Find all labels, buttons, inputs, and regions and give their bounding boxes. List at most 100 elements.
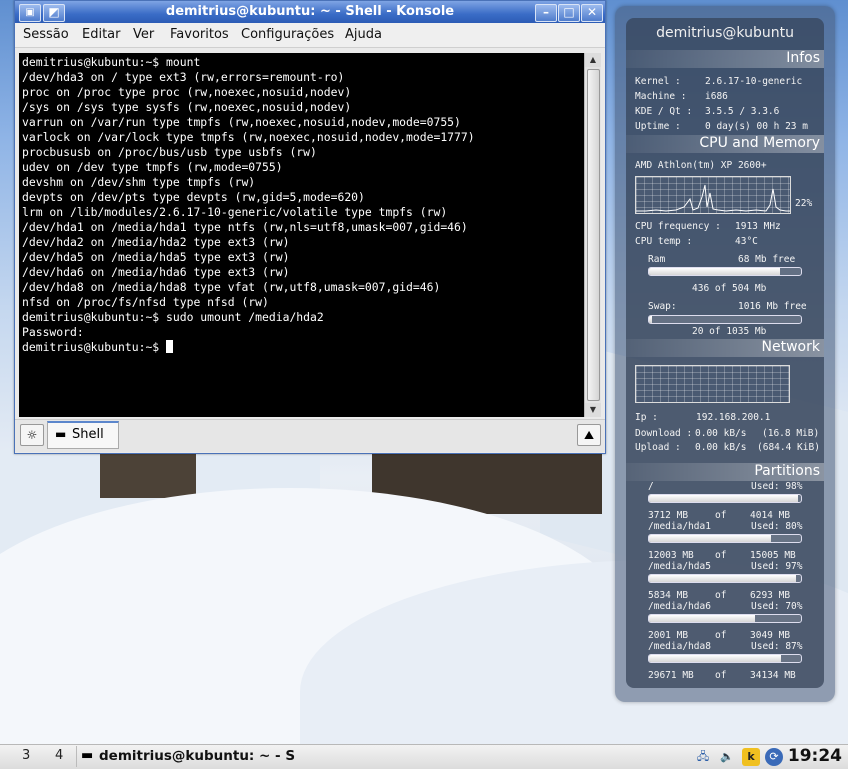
ram-label: Ram xyxy=(648,254,666,265)
volume-tray-icon[interactable]: 🔈 xyxy=(718,748,736,766)
taskbar-konsole-button[interactable]: ▬ demitrius@kubuntu: ~ - S xyxy=(76,746,295,767)
cpu-percent: 22% xyxy=(795,198,813,209)
partition-used-size: 5834 MB xyxy=(648,590,689,601)
minimize-button[interactable]: – xyxy=(535,4,557,22)
system-monitor-inner: demitrius@kubuntu Infos Kernel : 2.6.17-1… xyxy=(626,18,824,688)
partition-name: /media/hda6 xyxy=(648,601,711,612)
swap-bar xyxy=(648,315,802,324)
info-key: Machine : xyxy=(635,91,687,102)
partition-used-percent: Used: 80% xyxy=(751,521,803,532)
terminal-line: devpts on /dev/pts type devpts (rw,gid=5… xyxy=(22,190,365,204)
info-key: Kernel : xyxy=(635,76,681,87)
partition-of-label: of xyxy=(715,630,727,641)
desktop-4-button[interactable]: 4 xyxy=(55,748,63,763)
partition-usage-bar xyxy=(648,574,802,583)
swap-bar-fill xyxy=(649,316,653,323)
tab-shell[interactable]: ▬ Shell xyxy=(47,421,119,449)
partition-name: / xyxy=(648,481,654,492)
swap-used: 20 of 1035 Mb xyxy=(692,326,767,337)
terminal-line: /sys on /sys type sysfs (rw,noexec,nosui… xyxy=(22,100,352,114)
terminal-line: /dev/hda3 on / type ext3 (rw,errors=remo… xyxy=(22,70,345,84)
update-tray-icon[interactable]: ⟳ xyxy=(765,748,783,766)
info-key: KDE / Qt : xyxy=(635,106,693,117)
klipper-tray-icon[interactable]: k xyxy=(742,748,760,766)
ram-bar-fill xyxy=(649,268,781,275)
taskbar-konsole-label: demitrius@kubuntu: ~ - S xyxy=(99,748,296,764)
info-value: i686 xyxy=(705,91,728,102)
desktop-3-button[interactable]: 3 xyxy=(22,748,30,763)
session-tabbar: ☼ ▬ Shell ⛰ xyxy=(15,419,605,452)
partition-total-size: 15005 MB xyxy=(750,550,796,561)
partition-usage-bar xyxy=(648,614,802,623)
network-graph xyxy=(635,365,790,403)
menu-ver[interactable]: Ver xyxy=(133,27,154,42)
partition-used-percent: Used: 98% xyxy=(751,481,803,492)
menu-sessao[interactable]: Sessão xyxy=(23,27,69,42)
close-session-icon[interactable]: ⛰ xyxy=(577,424,601,446)
partition-usage-fill xyxy=(649,615,756,622)
scroll-down-icon[interactable]: ▼ xyxy=(585,403,601,417)
upload-total: (684.4 KiB) xyxy=(757,442,820,453)
terminal-lines: demitrius@kubuntu:~$ mount/dev/hda3 on /… xyxy=(22,55,581,340)
terminal-output[interactable]: demitrius@kubuntu:~$ mount/dev/hda3 on /… xyxy=(19,53,584,417)
terminal-line: lrm on /lib/modules/2.6.17-10-generic/vo… xyxy=(22,205,448,219)
section-infos-title: Infos xyxy=(626,50,824,68)
partition-used-size: 29671 MB xyxy=(648,670,694,681)
partition-used-percent: Used: 70% xyxy=(751,601,803,612)
menu-favoritos[interactable]: Favoritos xyxy=(170,27,229,42)
partition-usage-fill xyxy=(649,535,771,542)
cpu-graph-line xyxy=(636,184,790,212)
swap-label: Swap: xyxy=(648,301,677,312)
partition-of-label: of xyxy=(715,670,727,681)
wallpaper-hut-left xyxy=(100,452,196,498)
partition-name: /media/hda5 xyxy=(648,561,711,572)
info-value: 2.6.17-10-generic xyxy=(705,76,803,87)
partition-usage-fill xyxy=(649,495,798,502)
network-tray-icon[interactable]: 🖧 xyxy=(694,748,712,766)
close-button[interactable]: ✕ xyxy=(581,4,603,22)
upload-rate: 0.00 kB/s xyxy=(695,442,747,453)
clock[interactable]: 19:24 xyxy=(788,746,842,766)
konsole-task-icon: ▬ xyxy=(81,748,94,763)
terminal-line: /dev/hda5 on /media/hda5 type ext3 (rw) xyxy=(22,250,290,264)
partition-of-label: of xyxy=(715,510,727,521)
cpu-graph-svg xyxy=(636,184,790,212)
partition-used-size: 2001 MB xyxy=(648,630,689,641)
scroll-up-icon[interactable]: ▲ xyxy=(585,53,601,67)
cpu-temp: 43°C xyxy=(735,236,758,247)
panel-hostname: demitrius@kubuntu xyxy=(656,25,794,41)
window-titlebar[interactable]: ▣ ◩ demitrius@kubuntu: ~ - Shell - Konso… xyxy=(15,1,605,23)
partition-total-size: 34134 MB xyxy=(750,670,796,681)
menubar: Sessão Editar Ver Favoritos Configuraçõe… xyxy=(15,23,605,48)
partition-name: /media/hda8 xyxy=(648,641,711,652)
download-total: (16.8 MiB) xyxy=(762,428,820,439)
terminal-icon: ▬ xyxy=(55,427,67,441)
ip-label: Ip : xyxy=(635,412,658,423)
terminal-cursor xyxy=(166,340,174,353)
system-monitor-panel: demitrius@kubuntu Infos Kernel : 2.6.17-1… xyxy=(615,6,835,702)
terminal-line: procbususb on /proc/bus/usb type usbfs (… xyxy=(22,145,317,159)
new-session-icon[interactable]: ☼ xyxy=(20,424,44,446)
terminal-line: /dev/hda6 on /media/hda6 type ext3 (rw) xyxy=(22,265,290,279)
cpu-name: AMD Athlon(tm) XP 2600+ xyxy=(635,160,767,171)
terminal-line: proc on /proc type proc (rw,noexec,nosui… xyxy=(22,85,352,99)
partition-of-label: of xyxy=(715,590,727,601)
partition-usage-fill xyxy=(649,575,797,582)
terminal-line: demitrius@kubuntu:~$ mount xyxy=(22,55,201,69)
maximize-button[interactable]: □ xyxy=(558,4,580,22)
partition-used-size: 3712 MB xyxy=(648,510,689,521)
partition-usage-bar xyxy=(648,654,802,663)
upload-label: Upload : xyxy=(635,442,681,453)
terminal-line: devshm on /dev/shm type tmpfs (rw) xyxy=(22,175,256,189)
menu-editar[interactable]: Editar xyxy=(82,27,121,42)
cpu-frequency: 1913 MHz xyxy=(735,221,781,232)
section-cpu-title: CPU and Memory xyxy=(626,135,824,153)
partition-usage-fill xyxy=(649,655,782,662)
partition-used-percent: Used: 97% xyxy=(751,561,803,572)
ram-free: 68 Mb free xyxy=(738,254,796,265)
terminal-prompt-line: demitrius@kubuntu:~$ xyxy=(22,340,581,355)
menu-ajuda[interactable]: Ajuda xyxy=(345,27,382,42)
scrollbar-thumb[interactable] xyxy=(587,69,600,401)
terminal-scrollbar[interactable]: ▲ ▼ xyxy=(584,53,601,417)
menu-configuracoes[interactable]: Configurações xyxy=(241,27,334,42)
